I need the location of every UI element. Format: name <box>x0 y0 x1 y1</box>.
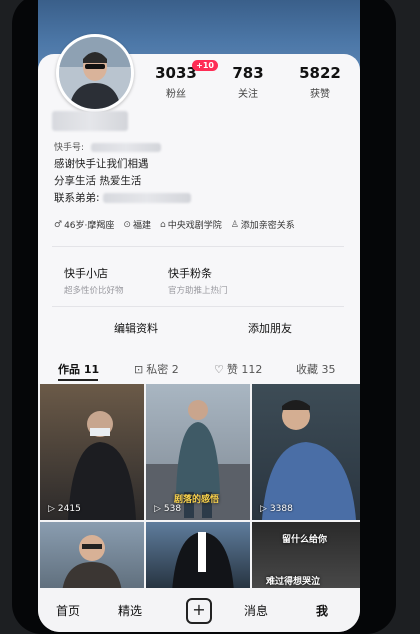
stat-value: 783 <box>232 64 264 82</box>
stat-likes[interactable]: 5822 获赞 <box>290 64 350 100</box>
play-icon: ▷ <box>260 504 267 514</box>
tag-age[interactable]: ♂ 46岁·摩羯座 <box>54 218 115 232</box>
play-count: ▷ 2415 <box>48 504 81 514</box>
tab-favorites[interactable]: 收藏 35 <box>296 361 336 377</box>
video-thumbnail[interactable]: 剧落的感悟 ▷ 538 <box>146 384 250 520</box>
tab-liked[interactable]: ♡ 赞 112 <box>214 361 262 377</box>
bio-contact-label: 联系弟弟: <box>54 192 100 204</box>
add-friend-button[interactable]: 添加朋友 <box>210 320 330 336</box>
play-count-value: 2415 <box>57 504 81 514</box>
heart-icon: ♡ <box>214 362 224 376</box>
bio-line: 联系弟弟: <box>54 190 191 207</box>
shop-subtitle: 官方助推上热门 <box>168 286 228 296</box>
profile-tags: ♂ 46岁·摩羯座 ⊙ 福建 ⌂ 中央戏剧学院 ♙ 添加亲密关系 <box>54 218 295 232</box>
location-pin-icon: ⊙ <box>123 219 131 230</box>
kuaishou-promote-entry[interactable]: 快手粉条 官方助推上热门 <box>168 265 228 296</box>
nav-messages[interactable]: 消息 <box>244 602 268 619</box>
video-caption: 难过得想哭泣 <box>266 577 321 587</box>
account-id-label: 快手号: <box>54 143 85 153</box>
account-id-row[interactable]: 快手号: <box>54 140 161 153</box>
edit-profile-button[interactable]: 编辑资料 <box>76 320 196 336</box>
school-icon: ⌂ <box>159 219 166 230</box>
tab-works[interactable]: 作品 11 <box>58 361 99 377</box>
play-count: ▷ 3388 <box>260 504 293 514</box>
stat-label: 关注 <box>238 89 258 100</box>
lock-icon: ⊡ <box>134 362 144 376</box>
video-thumbnail[interactable]: 留什么给你 难过得想哭泣 <box>252 522 360 592</box>
stat-value: 5822 <box>299 64 341 82</box>
video-thumbnail[interactable] <box>40 522 144 592</box>
play-count-value: 3388 <box>269 504 293 514</box>
shop-title: 快手小店 <box>64 267 108 280</box>
play-count-value: 538 <box>163 504 182 514</box>
redacted-block <box>52 110 128 131</box>
play-icon: ▷ <box>48 504 55 514</box>
stat-label: 粉丝 <box>166 89 186 100</box>
stats-row: 3033 +10 粉丝 783 关注 5822 获赞 <box>146 60 350 100</box>
nav-featured[interactable]: 精选 <box>118 602 142 619</box>
tag-text: 46岁·摩羯座 <box>64 221 115 231</box>
person-add-icon: ♙ <box>230 219 239 230</box>
video-thumbnail[interactable] <box>146 522 250 592</box>
play-count: ▷ 538 <box>154 504 181 514</box>
tag-relationship[interactable]: ♙ 添加亲密关系 <box>230 218 295 232</box>
video-thumbnail[interactable]: ▷ 2415 <box>40 384 144 520</box>
kuaishou-shop-entry[interactable]: 快手小店 超多性价比好物 <box>64 265 124 296</box>
profile-screen: 3033 +10 粉丝 783 关注 5822 获赞 快手号: 感谢快手让我们相… <box>38 0 360 632</box>
active-tab-indicator <box>58 379 98 381</box>
bio-line: 分享生活 热爱生活 <box>54 175 142 187</box>
create-plus-button[interactable]: + <box>186 598 212 624</box>
stat-label: 获赞 <box>310 89 330 100</box>
tag-text: 添加亲密关系 <box>240 221 295 231</box>
shop-subtitle: 超多性价比好物 <box>64 286 124 296</box>
tag-text: 中央戏剧学院 <box>167 221 222 231</box>
tab-label: 赞 112 <box>226 363 263 376</box>
nav-home[interactable]: 首页 <box>56 602 80 619</box>
gender-icon: ♂ <box>54 219 63 230</box>
stat-fans[interactable]: 3033 +10 粉丝 <box>146 60 218 100</box>
shop-title: 快手粉条 <box>168 267 212 280</box>
username-redacted <box>52 110 128 131</box>
bio-line: 感谢快手让我们相遇 <box>54 158 149 170</box>
tag-school[interactable]: ⌂ 中央戏剧学院 <box>159 218 222 232</box>
tab-label: 收藏 35 <box>296 363 336 376</box>
tab-label: 作品 11 <box>58 363 100 376</box>
tag-text: 福建 <box>132 221 151 231</box>
avatar[interactable] <box>56 34 134 112</box>
play-icon: ▷ <box>154 504 161 514</box>
tab-private[interactable]: ⊡ 私密 2 <box>134 361 179 377</box>
redacted-block <box>90 143 161 152</box>
new-fans-badge: +10 <box>192 60 218 71</box>
video-caption: 留什么给你 <box>282 535 328 545</box>
tag-location[interactable]: ⊙ 福建 <box>123 218 151 232</box>
nav-me[interactable]: 我 <box>316 602 328 619</box>
divider <box>52 246 344 247</box>
video-thumbnail[interactable]: ▷ 3388 <box>252 384 360 520</box>
stat-following[interactable]: 783 关注 <box>218 64 278 100</box>
tab-label: 私密 2 <box>146 363 179 376</box>
bio: 感谢快手让我们相遇 分享生活 热爱生活 联系弟弟: <box>54 156 191 207</box>
divider <box>52 306 344 307</box>
redacted-block <box>102 193 191 203</box>
